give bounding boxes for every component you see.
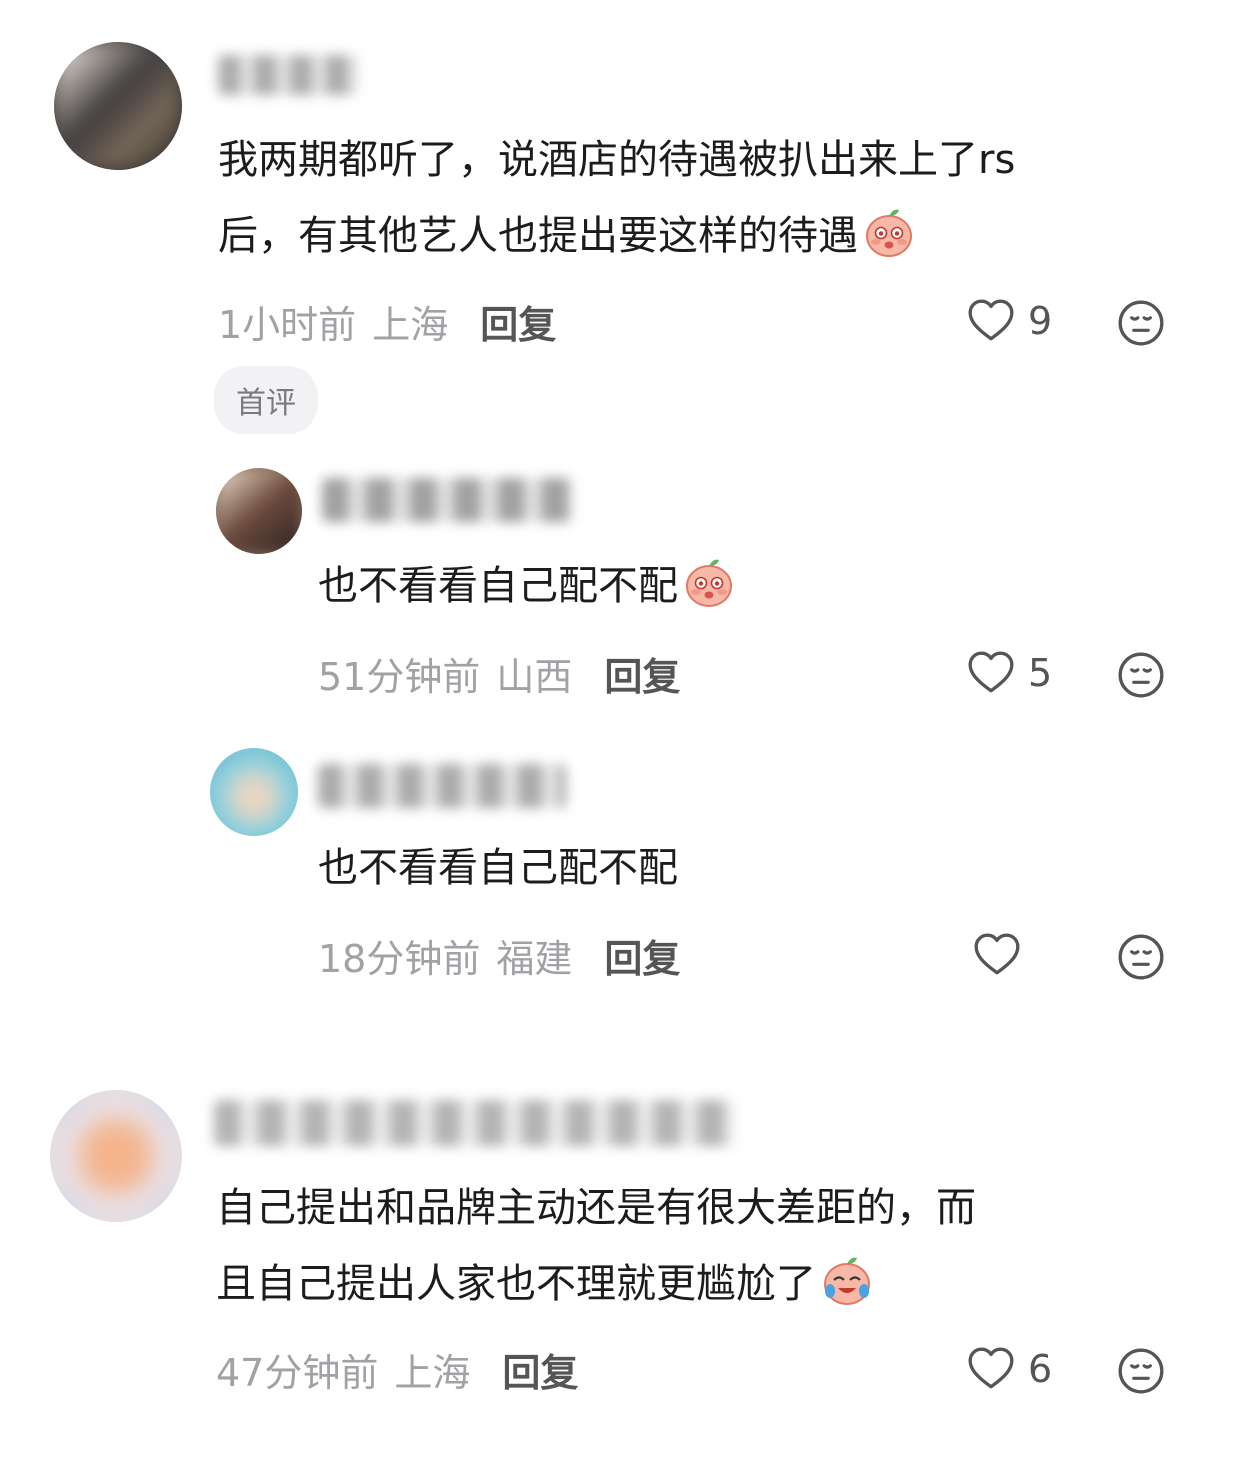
comment-text: 自己提出和品牌主动还是有很大差距的，而 且自己提出人家也不理就更尴尬了 — [216, 1170, 1206, 1322]
reply-button[interactable]: 回复 — [480, 294, 556, 349]
reply-time: 51分钟前 — [318, 654, 481, 699]
avatar[interactable] — [50, 1090, 182, 1222]
reply-location: 福建 — [496, 936, 573, 981]
like-button[interactable] — [972, 930, 1022, 980]
avatar[interactable] — [210, 748, 298, 836]
heart-outline-icon — [972, 930, 1022, 980]
peach-blush-emoji — [862, 205, 916, 259]
like-count: 5 — [1028, 651, 1053, 695]
reply-text-content: 也不看看自己配不配 — [318, 563, 678, 609]
comment-text: 我两期都听了，说酒店的待遇被扒出来上了rs 后，有其他艺人也提出要这样的待遇 — [218, 122, 1208, 274]
comment-time: 1小时前 — [218, 302, 357, 347]
like-button[interactable]: 9 — [966, 296, 1052, 346]
comment-text-line2-content: 且自己提出人家也不理就更尴尬了 — [216, 1261, 816, 1307]
meh-face-icon[interactable] — [1116, 650, 1166, 700]
reply-meta: 51分钟前 山西 回复 — [318, 646, 680, 700]
meh-face-icon[interactable] — [1116, 1346, 1166, 1396]
reply-time: 18分钟前 — [318, 936, 481, 981]
comment-text-line1: 我两期都听了，说酒店的待遇被扒出来上了rs — [218, 137, 1016, 183]
peach-laugh-cry-emoji — [820, 1253, 874, 1307]
reply-location: 山西 — [496, 654, 573, 699]
comment-text-line1: 自己提出和品牌主动还是有很大差距的，而 — [216, 1185, 976, 1231]
comment-text-line2: 后，有其他艺人也提出要这样的待遇 — [218, 198, 1208, 274]
like-count: 9 — [1028, 299, 1053, 343]
meh-face-icon[interactable] — [1116, 298, 1166, 348]
comment-location: 上海 — [394, 1350, 471, 1395]
comment-time: 47分钟前 — [216, 1350, 379, 1395]
reply-button[interactable]: 回复 — [604, 646, 680, 701]
heart-outline-icon — [966, 296, 1016, 346]
heart-outline-icon — [966, 648, 1016, 698]
username[interactable] — [318, 764, 566, 808]
avatar[interactable] — [216, 468, 302, 554]
meh-face-icon[interactable] — [1116, 932, 1166, 982]
peach-blush-emoji — [682, 555, 736, 609]
like-button[interactable]: 6 — [966, 1344, 1052, 1394]
comment-text-line2-content: 后，有其他艺人也提出要这样的待遇 — [218, 213, 858, 259]
like-button[interactable]: 5 — [966, 648, 1052, 698]
username[interactable] — [218, 55, 358, 95]
reply-button[interactable]: 回复 — [502, 1342, 578, 1397]
reply-text: 也不看看自己配不配 — [318, 548, 736, 624]
like-count: 6 — [1028, 1347, 1053, 1391]
comment-meta: 1小时前 上海 回复 — [218, 294, 556, 348]
username[interactable] — [322, 478, 572, 522]
reply-button[interactable]: 回复 — [604, 928, 680, 983]
comment-location: 上海 — [372, 302, 449, 347]
comment-meta: 47分钟前 上海 回复 — [216, 1342, 578, 1396]
avatar[interactable] — [54, 42, 182, 170]
username[interactable] — [214, 1100, 734, 1146]
comment-text-line2: 且自己提出人家也不理就更尴尬了 — [216, 1246, 1206, 1322]
reply-meta: 18分钟前 福建 回复 — [318, 928, 680, 982]
heart-outline-icon — [966, 1344, 1016, 1394]
first-comment-badge: 首评 — [214, 366, 318, 434]
reply-text: 也不看看自己配不配 — [318, 845, 678, 891]
